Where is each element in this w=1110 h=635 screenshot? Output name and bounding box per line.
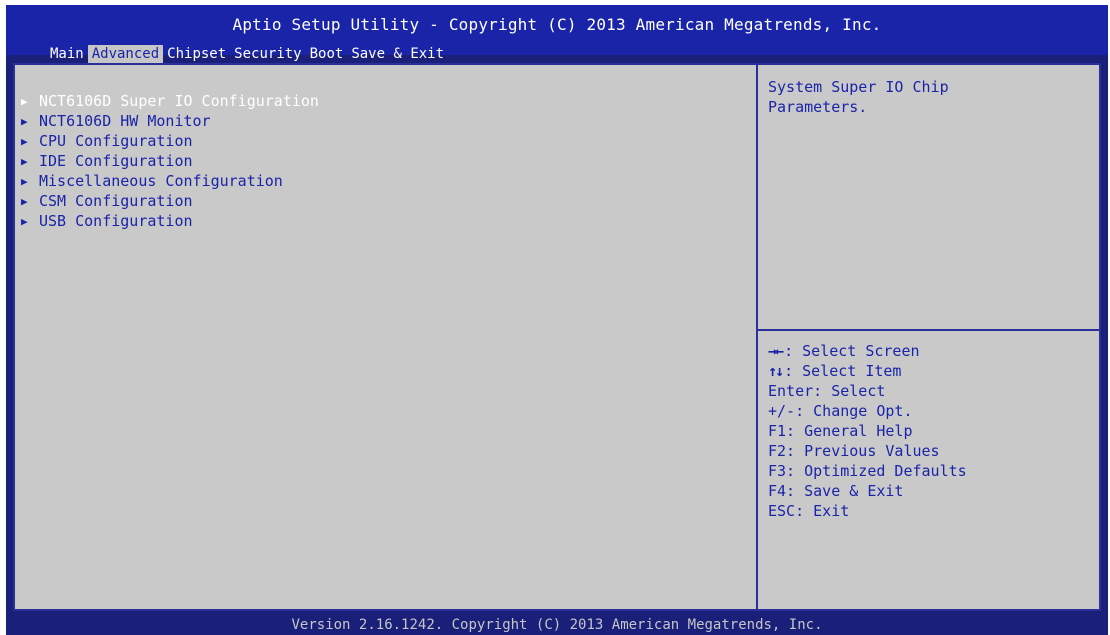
menu-item-label: NCT6106D Super IO Configuration (39, 92, 319, 110)
help-line: Parameters. (768, 98, 868, 116)
advanced-menu: ▶ NCT6106D Super IO Configuration ▶ NCT6… (21, 91, 319, 231)
submenu-arrow-icon: ▶ (21, 214, 28, 228)
version-footer: Version 2.16.1242. Copyright (C) 2013 Am… (291, 617, 823, 633)
menu-item-csm-configuration[interactable]: ▶ CSM Configuration (21, 191, 319, 211)
title-bar: Aptio Setup Utility - Copyright (C) 2013… (6, 5, 1108, 63)
help-line: System Super IO Chip (768, 78, 949, 96)
key-hint-select-item: ↑↓: Select Item (768, 361, 967, 381)
menu-item-label: USB Configuration (39, 212, 193, 230)
key-hint-change-opt: +/-: Change Opt. (768, 402, 913, 420)
menu-item-label: CPU Configuration (39, 132, 193, 150)
submenu-arrow-icon: ▶ (21, 134, 28, 148)
tab-boot[interactable]: Boot (306, 45, 348, 63)
submenu-arrow-icon: ▶ (21, 154, 28, 168)
item-help-text: System Super IO Chip Parameters. (768, 77, 1088, 117)
menu-item-super-io-configuration[interactable]: ▶ NCT6106D Super IO Configuration (21, 91, 319, 111)
key-legend: →←: Select Screen ↑↓: Select Item Enter:… (768, 341, 967, 521)
submenu-arrow-icon: ▶ (21, 194, 28, 208)
submenu-arrow-icon: ▶ (21, 114, 28, 128)
key-hint-general-help: F1: General Help (768, 422, 913, 440)
key-hint-optimized-defaults: F3: Optimized Defaults (768, 462, 967, 480)
help-divider (758, 329, 1099, 331)
app-title: Aptio Setup Utility - Copyright (C) 2013… (232, 15, 882, 34)
key-hint-previous-values: F2: Previous Values (768, 442, 940, 460)
menu-item-label: CSM Configuration (39, 192, 193, 210)
submenu-arrow-icon: ▶ (21, 94, 28, 108)
left-right-arrows-icon: →← (768, 342, 784, 360)
key-hint-enter: Enter: Select (768, 382, 886, 400)
tab-chipset[interactable]: Chipset (163, 45, 230, 63)
main-panel: ▶ NCT6106D Super IO Configuration ▶ NCT6… (13, 63, 1101, 611)
menu-item-miscellaneous-configuration[interactable]: ▶ Miscellaneous Configuration (21, 171, 319, 191)
menu-item-hw-monitor[interactable]: ▶ NCT6106D HW Monitor (21, 111, 319, 131)
key-hint-text: : Select Screen (784, 342, 920, 360)
tab-save-exit[interactable]: Save & Exit (347, 45, 448, 63)
key-hint-select-screen: →←: Select Screen (768, 341, 967, 361)
tab-advanced[interactable]: Advanced (87, 45, 164, 63)
key-hint-save-exit: F4: Save & Exit (768, 482, 904, 500)
bios-screen: Aptio Setup Utility - Copyright (C) 2013… (6, 5, 1108, 635)
tab-bar: Main Advanced Chipset Security Boot Save… (46, 45, 448, 63)
key-hint-text: : Select Item (784, 362, 902, 380)
menu-pane: ▶ NCT6106D Super IO Configuration ▶ NCT6… (15, 65, 758, 609)
menu-item-label: IDE Configuration (39, 152, 193, 170)
menu-item-label: NCT6106D HW Monitor (39, 112, 211, 130)
key-hint-esc-exit: ESC: Exit (768, 502, 850, 520)
tab-main[interactable]: Main (46, 45, 88, 63)
menu-item-usb-configuration[interactable]: ▶ USB Configuration (21, 211, 319, 231)
menu-item-label: Miscellaneous Configuration (39, 172, 283, 190)
tab-security[interactable]: Security (230, 45, 305, 63)
up-down-arrows-icon: ↑↓ (768, 362, 784, 380)
help-pane: System Super IO Chip Parameters. →←: Sel… (758, 65, 1099, 609)
menu-item-ide-configuration[interactable]: ▶ IDE Configuration (21, 151, 319, 171)
menu-item-cpu-configuration[interactable]: ▶ CPU Configuration (21, 131, 319, 151)
submenu-arrow-icon: ▶ (21, 174, 28, 188)
